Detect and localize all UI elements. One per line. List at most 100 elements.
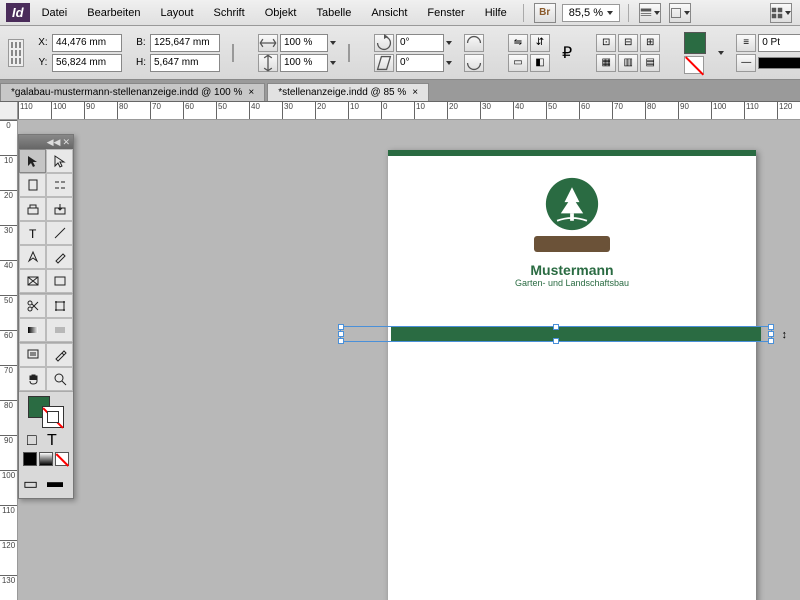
document-page[interactable]: Mustermann Garten- und Landschaftsbau bbox=[388, 150, 756, 600]
page-tool[interactable] bbox=[19, 173, 46, 197]
selection-handle[interactable] bbox=[768, 338, 774, 344]
selection-handle[interactable] bbox=[338, 338, 344, 344]
pen-tool[interactable] bbox=[19, 245, 46, 269]
flip-h-icon[interactable]: ⇋ bbox=[508, 34, 528, 52]
menu-tabelle[interactable]: Tabelle bbox=[308, 4, 359, 22]
document-tab[interactable]: *galabau-mustermann-stellenanzeige.indd … bbox=[0, 83, 265, 101]
flip-v-icon[interactable]: ⇵ bbox=[530, 34, 550, 52]
stroke-swatch[interactable] bbox=[42, 406, 64, 428]
fill-color-swatch[interactable] bbox=[684, 32, 706, 54]
selection-handle[interactable] bbox=[553, 324, 559, 330]
stroke-style-field[interactable] bbox=[758, 57, 800, 69]
gap-tool[interactable] bbox=[46, 173, 73, 197]
scissors-tool[interactable] bbox=[19, 294, 46, 318]
constrain-wh-icon[interactable] bbox=[232, 44, 234, 62]
menu-bearbeiten[interactable]: Bearbeiten bbox=[79, 4, 148, 22]
note-tool[interactable] bbox=[19, 343, 46, 367]
select-content-icon[interactable]: ◧ bbox=[530, 54, 550, 72]
selection-handle[interactable] bbox=[553, 338, 559, 344]
gradient-feather-tool[interactable] bbox=[46, 318, 73, 342]
zoom-tool[interactable] bbox=[46, 367, 73, 391]
content-placer-tool[interactable] bbox=[46, 197, 73, 221]
line-tool[interactable] bbox=[46, 221, 73, 245]
content-collector-tool[interactable] bbox=[19, 197, 46, 221]
fill-frame-icon[interactable]: ▦ bbox=[596, 54, 616, 72]
scale-y-field[interactable]: 100 % bbox=[280, 54, 328, 72]
normal-view-icon[interactable]: ▭ bbox=[23, 474, 45, 494]
menu-ansicht[interactable]: Ansicht bbox=[363, 4, 415, 22]
select-container-icon[interactable]: ▭ bbox=[508, 54, 528, 72]
menu-schrift[interactable]: Schrift bbox=[206, 4, 253, 22]
width-field[interactable]: 125,647 mm bbox=[150, 34, 220, 52]
arrange-documents-button[interactable] bbox=[770, 3, 792, 23]
menu-bar: Id Datei Bearbeiten Layout Schrift Objek… bbox=[0, 0, 800, 26]
reference-point-selector[interactable] bbox=[8, 39, 24, 67]
ruler-origin[interactable] bbox=[0, 102, 18, 120]
shear-icon bbox=[374, 54, 394, 72]
hand-tool[interactable] bbox=[19, 367, 46, 391]
stroke-color-swatch[interactable] bbox=[684, 56, 704, 74]
apply-color-icon[interactable] bbox=[23, 452, 37, 466]
fill-stroke-swatch[interactable] bbox=[28, 396, 64, 428]
preview-mode-icon[interactable]: ▬ bbox=[47, 474, 69, 494]
apply-none-icon[interactable] bbox=[55, 452, 69, 466]
panel-title-bar[interactable]: ◀◀✕ bbox=[19, 135, 73, 149]
y-position-field[interactable]: 56,824 mm bbox=[52, 54, 122, 72]
shear-field[interactable]: 0° bbox=[396, 54, 444, 72]
company-name: Mustermann bbox=[388, 262, 756, 278]
free-transform-tool[interactable] bbox=[46, 294, 73, 318]
rectangle-frame-tool[interactable] bbox=[19, 269, 46, 293]
menu-objekt[interactable]: Objekt bbox=[257, 4, 305, 22]
type-tool[interactable]: T bbox=[19, 221, 46, 245]
canvas[interactable]: Mustermann Garten- und Landschaftsbau ↕ bbox=[18, 120, 800, 600]
fit-prop-icon[interactable]: ▥ bbox=[618, 54, 638, 72]
menu-hilfe[interactable]: Hilfe bbox=[477, 4, 515, 22]
constrain-scale-icon[interactable] bbox=[348, 44, 350, 62]
view-options-button[interactable] bbox=[639, 3, 661, 23]
pencil-tool[interactable] bbox=[46, 245, 73, 269]
formatting-text-icon[interactable]: T bbox=[47, 432, 65, 448]
tree-logo-icon bbox=[544, 176, 600, 232]
rotate-cw-icon[interactable] bbox=[464, 34, 484, 52]
tools-panel[interactable]: ◀◀✕ T bbox=[18, 134, 74, 499]
resize-cursor-icon: ↕ bbox=[782, 329, 788, 341]
vertical-ruler[interactable]: 0102030405060708090100110120130 bbox=[0, 120, 18, 600]
selection-handle[interactable] bbox=[768, 331, 774, 337]
menu-datei[interactable]: Datei bbox=[34, 4, 76, 22]
close-tab-icon[interactable]: × bbox=[412, 87, 418, 98]
fit-frame-icon[interactable]: ⊟ bbox=[618, 34, 638, 52]
rotate-icon bbox=[374, 34, 394, 52]
selected-frame[interactable]: ↕ bbox=[340, 326, 772, 342]
selection-handle[interactable] bbox=[768, 324, 774, 330]
zoom-level-dropdown[interactable]: 85,5 % bbox=[562, 4, 620, 22]
control-bar: X:44,476 mm Y:56,824 mm B:125,647 mm H:5… bbox=[0, 26, 800, 80]
rotate-ccw-icon[interactable] bbox=[464, 54, 484, 72]
scale-x-icon bbox=[258, 34, 278, 52]
apply-gradient-icon[interactable] bbox=[39, 452, 53, 466]
svg-text:T: T bbox=[29, 227, 37, 240]
menu-layout[interactable]: Layout bbox=[152, 4, 201, 22]
x-position-field[interactable]: 44,476 mm bbox=[52, 34, 122, 52]
formatting-container-icon[interactable]: □ bbox=[27, 432, 45, 448]
horizontal-ruler[interactable]: 1101009080706050403020100102030405060708… bbox=[18, 102, 800, 120]
close-tab-icon[interactable]: × bbox=[248, 87, 254, 98]
bridge-button[interactable]: Br bbox=[534, 3, 556, 23]
direct-selection-tool[interactable] bbox=[46, 149, 73, 173]
rotation-field[interactable]: 0° bbox=[396, 34, 444, 52]
stroke-weight-field[interactable]: 0 Pt bbox=[758, 34, 800, 52]
fit-content-icon[interactable]: ⊡ bbox=[596, 34, 616, 52]
auto-fit-icon[interactable]: ▤ bbox=[640, 54, 660, 72]
scale-x-field[interactable]: 100 % bbox=[280, 34, 328, 52]
selection-handle[interactable] bbox=[338, 331, 344, 337]
stroke-style-icon: — bbox=[736, 54, 756, 72]
center-content-icon[interactable]: ⊞ bbox=[640, 34, 660, 52]
height-field[interactable]: 5,647 mm bbox=[150, 54, 220, 72]
rectangle-tool[interactable] bbox=[46, 269, 73, 293]
document-tab[interactable]: *stellenanzeige.indd @ 85 %× bbox=[267, 83, 429, 101]
selection-tool[interactable] bbox=[19, 149, 46, 173]
gradient-swatch-tool[interactable] bbox=[19, 318, 46, 342]
screen-mode-button[interactable] bbox=[669, 3, 691, 23]
menu-fenster[interactable]: Fenster bbox=[419, 4, 472, 22]
eyedropper-tool[interactable] bbox=[46, 343, 73, 367]
selection-handle[interactable] bbox=[338, 324, 344, 330]
